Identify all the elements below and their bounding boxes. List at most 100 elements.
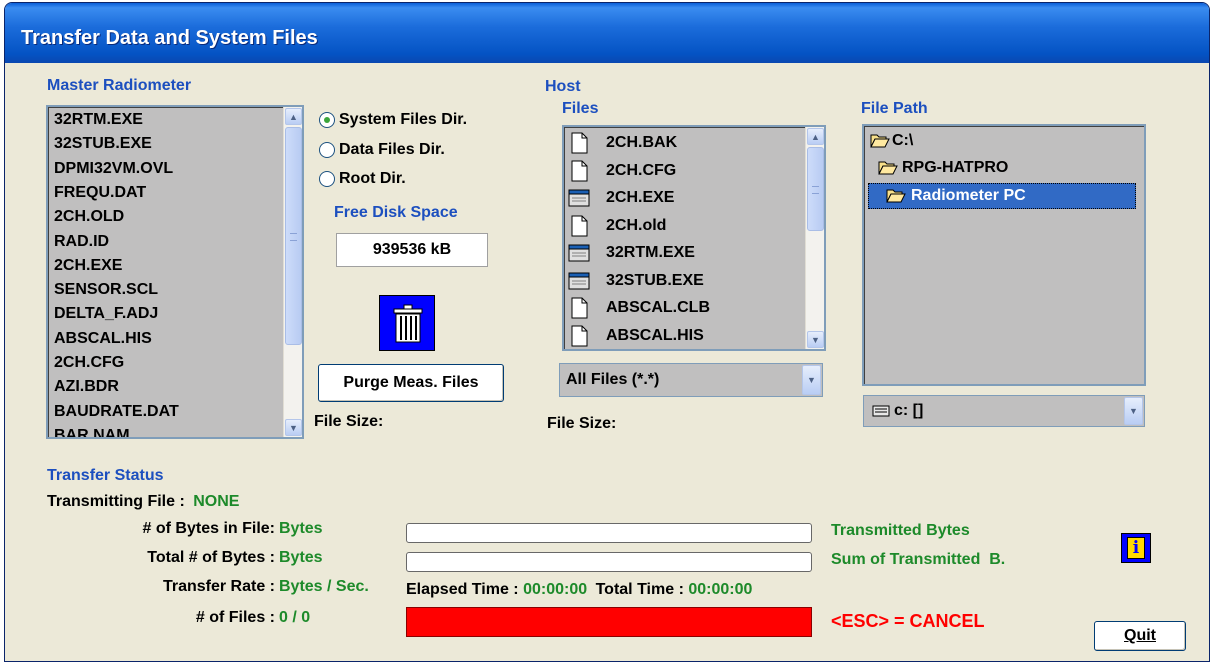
radio-unselected-icon[interactable] <box>319 171 335 187</box>
elapsed-time-value: 00:00:00 <box>523 581 588 598</box>
host-file-item[interactable]: 32STUB.EXE <box>568 269 704 293</box>
radio-selected-icon[interactable] <box>319 112 335 128</box>
master-file-item[interactable]: 32STUB.EXE <box>54 135 152 153</box>
info-glyph: i <box>1127 537 1145 559</box>
scroll-down-icon[interactable]: ▼ <box>807 331 824 348</box>
host-file-name: ABSCAL.HIS <box>606 326 704 344</box>
free-disk-space-label: Free Disk Space <box>334 204 458 221</box>
master-file-item[interactable]: 32RTM.EXE <box>54 111 143 129</box>
host-file-name: 2CH.BAK <box>606 134 678 151</box>
dir-item-label: C:\ <box>892 132 914 149</box>
master-file-item[interactable]: 2CH.CFG <box>54 354 124 372</box>
document-icon <box>571 297 588 319</box>
host-file-name: 32RTM.EXE <box>606 244 695 261</box>
time-row: Elapsed Time : 00:00:00 Total Time : 00:… <box>406 581 752 599</box>
radio-root-dir[interactable]: Root Dir. <box>319 170 406 188</box>
scroll-thumb[interactable] <box>807 147 824 231</box>
host-files-label: Files <box>562 100 599 117</box>
host-file-item[interactable]: 32RTM.EXE <box>568 241 695 265</box>
host-file-item[interactable]: ABSCAL.HIS <box>568 324 704 348</box>
host-file-name: ABSCAL.CLB <box>606 299 710 316</box>
master-scrollbar[interactable]: ▲ ▼ <box>283 107 302 437</box>
quit-button[interactable]: Quit <box>1094 621 1186 651</box>
dir-item[interactable]: C:\ <box>870 131 913 151</box>
transmitting-file-value: NONE <box>193 493 240 510</box>
open-folder-icon <box>878 161 898 175</box>
master-heading: Master Radiometer <box>47 77 192 94</box>
host-file-name: 2CH.EXE <box>606 189 675 206</box>
host-file-item[interactable]: ABSCAL.CLB <box>568 296 710 320</box>
radio-unselected-icon[interactable] <box>319 142 335 158</box>
executable-icon <box>568 244 590 262</box>
chevron-down-icon[interactable]: ▼ <box>802 365 821 395</box>
filter-value: All Files (*.*) <box>566 371 660 388</box>
host-file-item[interactable]: 2CH.EXE <box>568 186 674 210</box>
radio-label: Root Dir. <box>339 170 406 187</box>
master-file-item[interactable]: DPMI32VM.OVL <box>54 160 173 178</box>
radio-label: System Files Dir. <box>339 111 468 128</box>
dir-item-selected[interactable]: Radiometer PC <box>868 183 1136 209</box>
master-file-item[interactable]: AZI.BDR <box>54 378 119 396</box>
host-file-size-label: File Size: <box>547 415 617 432</box>
transfer-rate-row: Transfer Rate : <box>163 578 275 596</box>
host-scrollbar[interactable]: ▲ ▼ <box>805 127 824 349</box>
radio-system-files[interactable]: System Files Dir. <box>319 111 467 129</box>
host-file-list[interactable]: ABSCAL.HIS ABSCAL.CLB 32STUB.EXE 32RTM.EXE 2… <box>562 125 826 351</box>
total-bytes-row: Total # of Bytes : <box>147 549 275 567</box>
master-file-item[interactable]: BAUDRATE.DAT <box>54 403 179 421</box>
elapsed-time-label: Elapsed Time : <box>406 581 519 598</box>
total-bytes-value: Bytes <box>279 549 323 566</box>
radio-label: Data Files Dir. <box>339 141 445 158</box>
host-file-name: 2CH.CFG <box>606 161 677 179</box>
master-file-item[interactable]: DELTA_F.ADJ <box>54 305 158 323</box>
document-icon <box>571 160 588 181</box>
num-files-row: # of Files : <box>196 609 275 627</box>
master-file-item[interactable]: SENSOR.SCL <box>54 281 158 299</box>
scroll-up-icon[interactable]: ▲ <box>285 108 302 125</box>
total-progress-bar <box>406 552 812 572</box>
scroll-down-icon[interactable]: ▼ <box>285 419 302 436</box>
host-file-item[interactable]: 2CH.CFG <box>568 159 676 183</box>
drive-icon <box>872 405 890 417</box>
trash-icon[interactable] <box>379 295 435 351</box>
title-bar[interactable]: Transfer Data and System Files <box>5 3 1209 63</box>
free-disk-space-value: 939536 kB <box>336 233 488 267</box>
transfer-rate-label: Transfer Rate : <box>162 578 275 595</box>
scroll-thumb[interactable] <box>285 127 302 345</box>
host-file-item[interactable]: 2CH.BAK <box>568 131 677 155</box>
master-file-item[interactable]: BAR.NAM <box>54 427 130 437</box>
window-client: Master Radiometer BAR.NAM BAUDRATE.DAT AZI… <box>9 63 1205 659</box>
master-file-item[interactable]: RAD.ID <box>54 233 109 251</box>
file-path-label: File Path <box>861 100 928 117</box>
document-icon <box>571 132 588 154</box>
transfer-status-heading: Transfer Status <box>47 467 164 484</box>
master-file-list[interactable]: BAR.NAM BAUDRATE.DAT AZI.BDR 2CH.CFG ABSCAL.… <box>46 105 304 439</box>
purge-meas-files-button[interactable]: Purge Meas. Files <box>318 364 504 402</box>
host-file-item[interactable]: 2CH.old <box>568 214 666 238</box>
master-file-item[interactable]: 2CH.OLD <box>54 208 124 226</box>
directory-tree[interactable]: C:\ RPG-HATPRO Radiometer PC <box>862 124 1146 386</box>
window-title: Transfer Data and System Files <box>21 27 318 49</box>
cancel-bar[interactable] <box>406 607 812 637</box>
info-icon[interactable]: i <box>1121 533 1151 563</box>
bytes-in-file-label: # of Bytes in File: <box>142 520 275 537</box>
host-file-name: 32STUB.EXE <box>606 271 704 289</box>
dir-item[interactable]: RPG-HATPRO <box>878 158 1008 178</box>
document-icon <box>571 325 588 346</box>
host-file-filter-select[interactable]: All Files (*.*) ▼ <box>559 363 823 397</box>
bytes-in-file-row: # of Bytes in File: <box>143 520 275 538</box>
dir-item-label: RPG-HATPRO <box>902 159 1009 176</box>
master-file-item[interactable]: 2CH.EXE <box>54 257 122 275</box>
master-file-item[interactable]: FREQU.DAT <box>54 184 146 202</box>
open-folder-icon <box>886 189 906 203</box>
scroll-up-icon[interactable]: ▲ <box>807 128 824 145</box>
drive-select[interactable]: c: [] ▼ <box>863 395 1145 427</box>
open-folder-icon <box>870 134 890 148</box>
master-file-item[interactable]: ABSCAL.HIS <box>54 330 152 348</box>
transmitted-bytes-label: Transmitted Bytes <box>831 522 970 539</box>
sum-transmitted-label: Sum of Transmitted B. <box>831 551 1006 568</box>
executable-icon <box>568 189 590 207</box>
chevron-down-icon[interactable]: ▼ <box>1124 397 1143 425</box>
radio-data-files[interactable]: Data Files Dir. <box>319 141 445 159</box>
total-time-value: 00:00:00 <box>688 581 753 598</box>
